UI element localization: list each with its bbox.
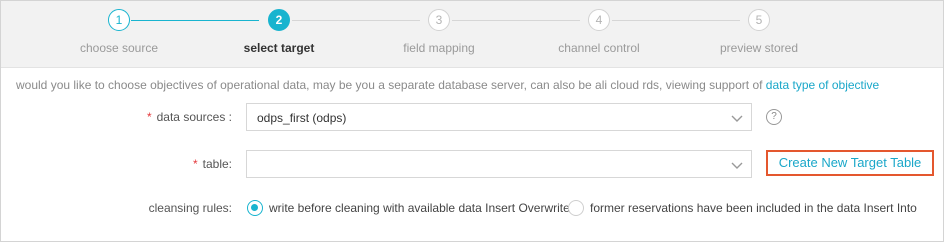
table-label: * table: xyxy=(193,157,232,171)
step-2-circle[interactable]: 2 xyxy=(268,9,290,31)
step-2-label: select target xyxy=(243,41,315,55)
cleansing-rules-label: cleansing rules: xyxy=(148,201,232,215)
step-connector-2-3 xyxy=(292,20,420,21)
chevron-down-icon xyxy=(731,162,743,169)
insert-overwrite-radio[interactable] xyxy=(247,200,263,216)
wizard-stepper: 1 2 3 4 5 choose source select target fi… xyxy=(1,1,943,68)
info-text: would you like to choose objectives of o… xyxy=(16,78,879,92)
data-sources-label-text: data sources : xyxy=(156,110,232,124)
step-5-label: preview stored xyxy=(719,41,799,55)
step-3-label: field mapping xyxy=(403,41,475,55)
table-select[interactable] xyxy=(246,150,752,178)
step-connector-4-5 xyxy=(612,20,740,21)
step-5-circle: 5 xyxy=(748,9,770,31)
data-sources-select[interactable]: odps_first (odps) xyxy=(246,103,752,131)
data-sources-value: odps_first (odps) xyxy=(257,111,347,125)
step-3-circle: 3 xyxy=(428,9,450,31)
data-sources-row: * data sources : odps_first (odps) ? xyxy=(1,103,941,131)
cleansing-rules-row: cleansing rules: write before cleaning w… xyxy=(1,199,941,219)
table-label-text: table: xyxy=(202,157,232,171)
wizard-panel: 1 2 3 4 5 choose source select target fi… xyxy=(0,0,944,242)
step-1-label: choose source xyxy=(79,41,159,55)
chevron-down-icon xyxy=(731,115,743,122)
data-type-link[interactable]: data type of objective xyxy=(766,78,879,92)
step-connector-3-4 xyxy=(452,20,580,21)
insert-into-label[interactable]: former reservations have been included i… xyxy=(590,201,917,215)
help-icon[interactable]: ? xyxy=(766,109,782,125)
table-row: * table: Create New Target Table xyxy=(1,150,941,178)
step-4-circle: 4 xyxy=(588,9,610,31)
insert-overwrite-label[interactable]: write before cleaning with available dat… xyxy=(269,201,570,215)
create-new-target-table-button[interactable]: Create New Target Table xyxy=(766,150,934,176)
insert-into-radio[interactable] xyxy=(568,200,584,216)
step-connector-1-2 xyxy=(131,20,259,21)
data-sources-label: * data sources : xyxy=(147,110,232,124)
step-4-label: channel control xyxy=(558,41,640,55)
required-marker: * xyxy=(192,157,198,171)
info-description: would you like to choose objectives of o… xyxy=(16,78,766,92)
required-marker: * xyxy=(146,110,152,124)
step-1-circle[interactable]: 1 xyxy=(108,9,130,31)
